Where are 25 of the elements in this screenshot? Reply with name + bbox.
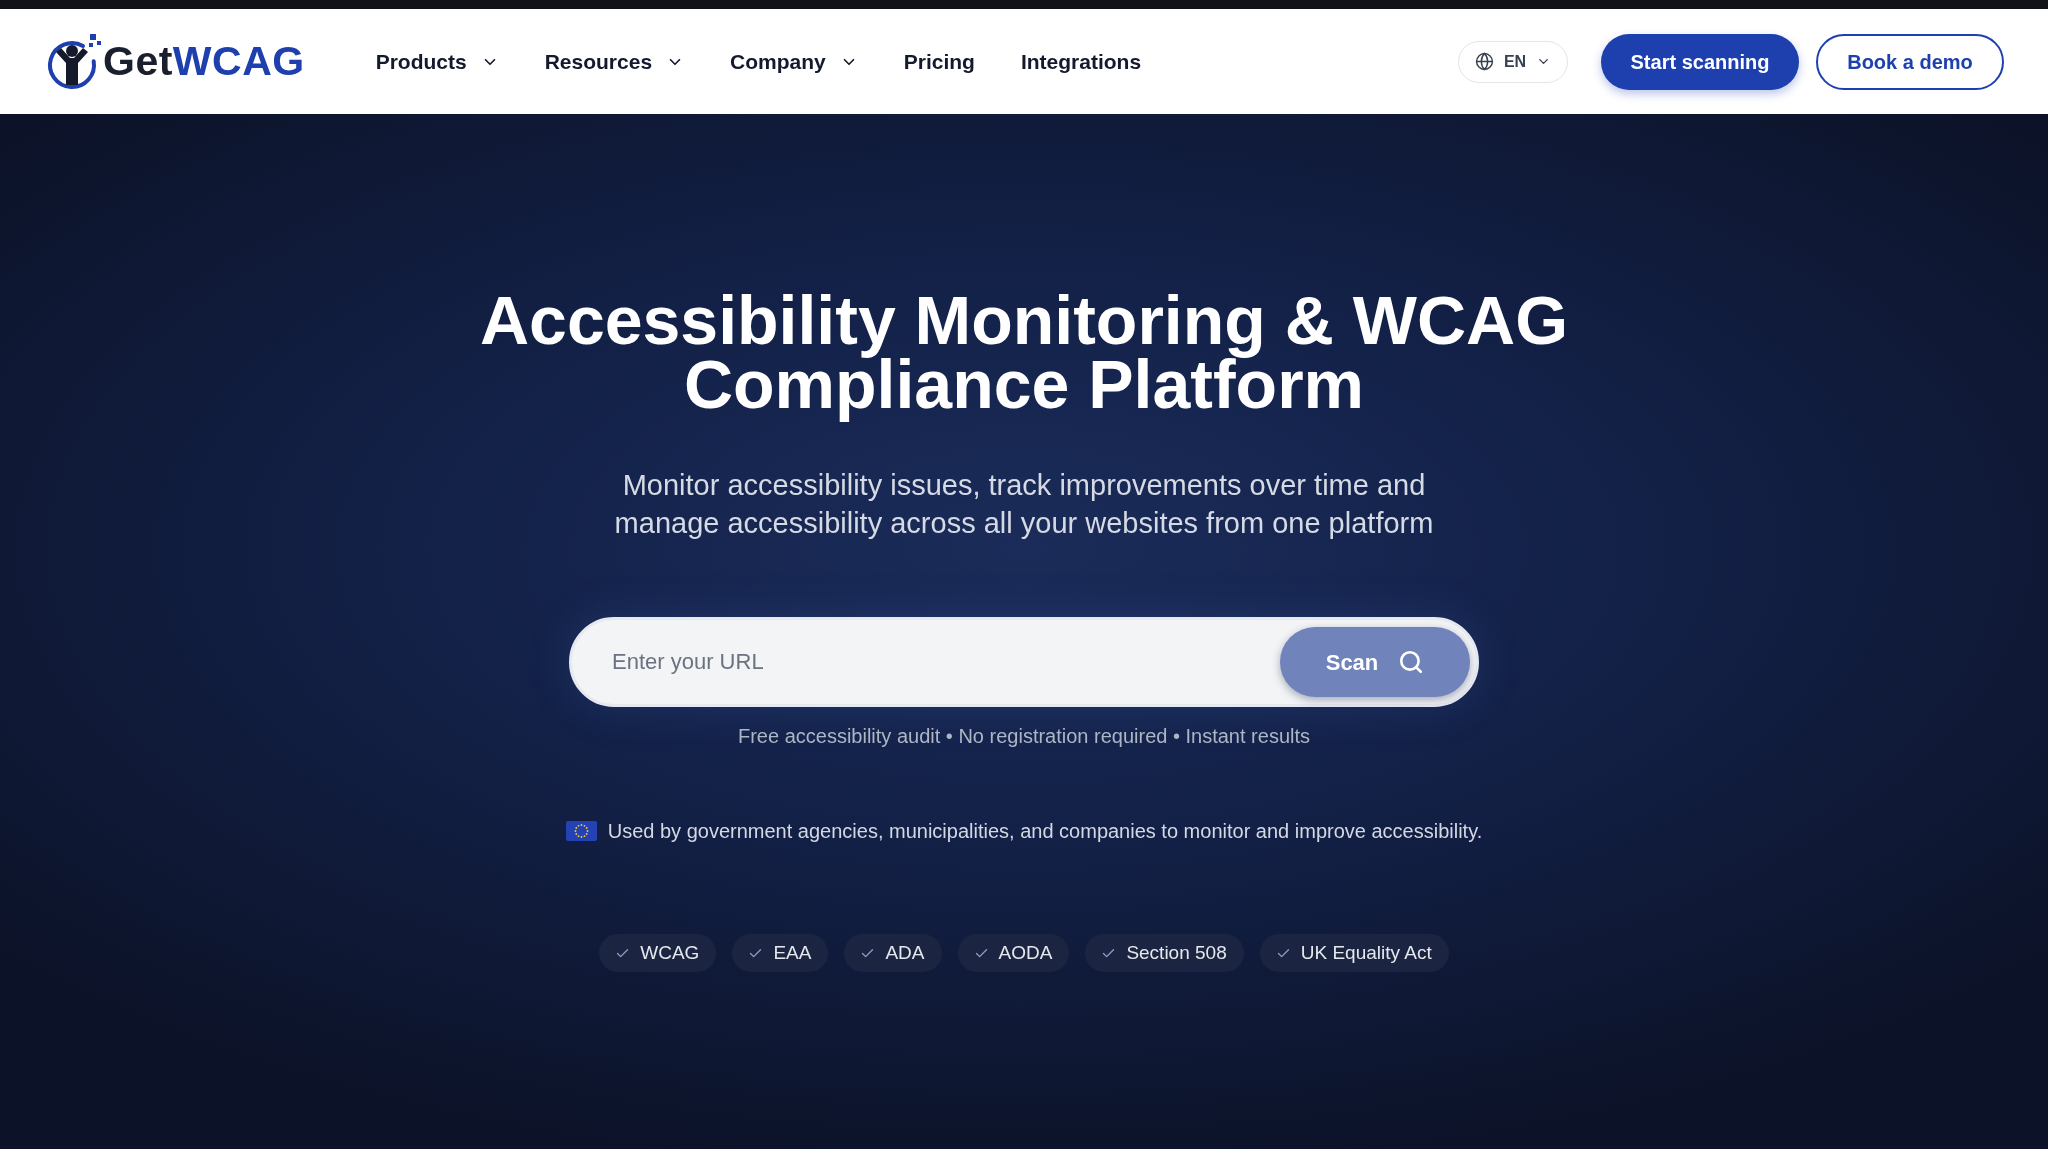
nav-link[interactable]: Integrations [1020,45,1142,78]
standard-label: ADA [885,940,925,965]
flag-icon [565,821,597,841]
start-scanning-button[interactable]: Start scanning [1601,33,1799,90]
nav-link[interactable]: Products [375,45,499,78]
scan-button[interactable]: Scan [1280,627,1470,697]
standard-label: EAA [773,940,812,965]
nav-link[interactable]: Company [730,45,858,78]
search-icon [1398,649,1425,675]
trust-note: Used by government agencies, municipalities, and companies to monitor and improve accessibility. [607,819,1483,844]
url-input-field[interactable]: Enter your URL [612,632,1280,692]
standard-label: Section 508 [1126,940,1227,965]
standard-label: AODA [998,940,1053,965]
search-bar[interactable]: Enter your URL Scan [569,617,1479,707]
hero-title: Accessibility Monitoring & WCAG Compliance Platform [478,281,1570,424]
globe-icon [1474,52,1494,71]
logo-person-icon [45,32,103,91]
standard-label: UK Equality Act [1300,940,1432,965]
book-demo-button[interactable]: Book a demo [1816,33,2004,90]
logo-wordmark[interactable]: GetWCAG [103,41,305,82]
standard-label: WCAG [640,940,700,965]
nav-link[interactable]: Pricing [903,45,975,78]
audit-caption: Free accessibility audit • No registration required • Instant results [738,724,1310,749]
nav-link[interactable]: Resources [544,45,685,78]
hero-subtitle: Monitor accessibility issues, track improvements over time and manage accessibility across all your websites from one platform [613,468,1435,541]
